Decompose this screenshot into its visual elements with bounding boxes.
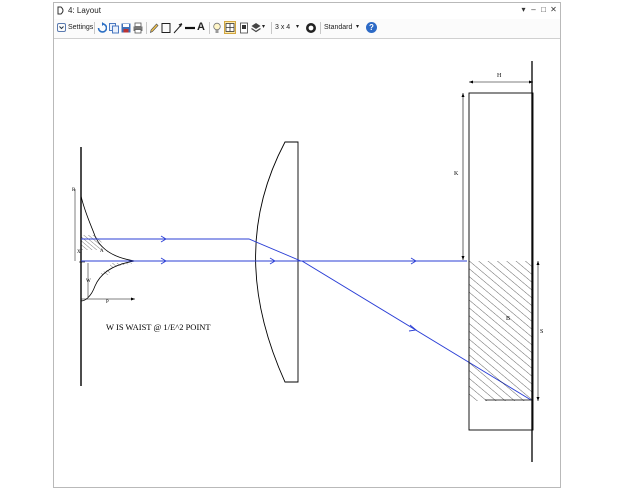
save-icon[interactable] [121,22,131,34]
label-a: A [100,249,104,254]
grid-zoom-button[interactable] [224,21,236,34]
color-wheel-icon[interactable] [305,22,317,34]
label-w: W [86,279,91,284]
dimension-h-arrow-left [469,80,473,84]
layout-window-icon [57,6,64,15]
line-icon[interactable] [185,22,195,34]
label-p: P [106,300,109,305]
waist-annotation: W IS WAIST @ 1/E^2 POINT [106,322,211,332]
pencil-icon[interactable] [149,22,159,34]
label-x: X [77,250,81,255]
layout-window: 4: Layout ▾ – □ ✕ Settings A ▾ 3 x 4 ▾ S… [53,2,561,488]
layout-canvas[interactable]: R X A W P W IS WAIST @ 1/E^2 POINT H K S… [55,39,559,486]
gaussian-hatch-lower [99,263,135,275]
width-dimension-arrow [131,297,135,301]
help-icon: ? [369,23,374,32]
label-h: H [497,73,502,79]
settings-toggle-icon[interactable] [57,23,66,32]
gaussian-hatch-upper [81,235,105,250]
layers-icon[interactable] [251,22,261,34]
lightbulb-icon[interactable] [212,22,222,34]
plano-convex-lens [255,141,299,383]
arrow-icon[interactable] [173,22,183,34]
text-tool-button[interactable]: A [197,21,205,33]
standard-select[interactable]: Standard [324,24,352,36]
grid-zoom-icon [225,23,235,32]
label-b: B [506,316,510,322]
print-icon[interactable] [133,22,143,34]
dimension-k-arrow-top [461,93,465,97]
layers-dropdown-arrow[interactable]: ▾ [262,23,265,35]
standard-dropdown-arrow[interactable]: ▾ [356,23,359,35]
copy-icon[interactable] [109,22,119,34]
label-s: S [540,329,543,335]
ray-upper [81,238,467,262]
optical-layout-drawing: R X A W P W IS WAIST @ 1/E^2 POINT H K S… [72,61,543,462]
maximize-button[interactable]: □ [539,5,548,14]
document-icon[interactable] [239,22,249,34]
minimize-button[interactable]: – [529,5,538,14]
label-k: K [454,171,459,177]
layout-grid-select[interactable]: 3 x 4 [275,24,290,36]
dimension-k-arrow-bottom [461,256,465,260]
rectangle-icon[interactable] [161,22,171,34]
window-dropdown-button[interactable]: ▾ [519,5,528,14]
help-button[interactable]: ? [366,22,377,33]
dimension-s-arrow-bottom [536,397,540,401]
refresh-icon[interactable] [97,22,107,34]
title-bar: 4: Layout ▾ – □ ✕ [54,3,560,19]
window-title: 4: Layout [68,6,101,15]
toolbar: Settings A ▾ 3 x 4 ▾ Standard ▾ ? [54,19,560,39]
dimension-s-arrow-top [536,261,540,265]
hatched-region-b [469,261,533,401]
close-button[interactable]: ✕ [549,5,558,14]
settings-button[interactable]: Settings [68,24,93,36]
label-r: R [72,188,76,193]
layout-grid-dropdown-arrow[interactable]: ▾ [296,23,299,35]
